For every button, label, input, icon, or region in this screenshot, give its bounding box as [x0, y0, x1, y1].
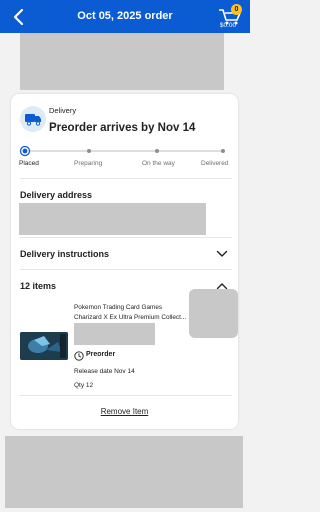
product-name[interactable]: Pokemon Trading Card Games Charizard X E… [74, 303, 194, 323]
step-label-on-the-way: On the way [142, 160, 175, 167]
step-marker-preparing [87, 149, 91, 153]
item-quantity: Qty 12 [74, 382, 94, 389]
divider [20, 237, 232, 238]
product-image[interactable] [20, 332, 68, 360]
step-marker-delivered [221, 149, 225, 153]
redacted-price [74, 323, 155, 345]
remove-item-link[interactable]: Remove Item [11, 407, 238, 416]
preorder-label: Preorder [86, 351, 116, 358]
divider [20, 395, 232, 396]
divider [20, 178, 232, 179]
delivery-instructions-title[interactable]: Delivery instructions [20, 249, 109, 259]
charizard-artwork-icon [20, 332, 68, 360]
step-label-delivered: Delivered [201, 160, 229, 167]
redacted-floating-panel [189, 289, 238, 338]
order-details-card: Delivery Preorder arrives by Nov 14 Plac… [11, 94, 238, 429]
cart-count-badge: 0 [231, 4, 242, 15]
redacted-footer-block [5, 436, 243, 508]
delivery-address-title: Delivery address [20, 190, 93, 200]
step-label-preparing: Preparing [74, 160, 103, 167]
top-app-bar: Oct 05, 2025 order 0 $0.00 [0, 0, 250, 33]
release-date: Release date Nov 14 [74, 368, 135, 375]
divider [20, 269, 232, 270]
redacted-address [19, 203, 206, 235]
delivery-progress-tracker [19, 145, 225, 157]
redacted-banner [20, 33, 224, 90]
cart-total: $0.00 [219, 22, 237, 29]
step-marker-on-the-way [155, 149, 159, 153]
product-name-line-2: Charizard X Ex Ultra Premium Collect... [74, 314, 187, 321]
step-label-placed: Placed [19, 160, 39, 167]
preorder-icon [74, 351, 84, 361]
page-title: Oct 05, 2025 order [77, 10, 173, 22]
chevron-down-icon[interactable] [216, 249, 228, 259]
items-count-title[interactable]: 12 items [20, 281, 56, 291]
product-name-line-1: Pokemon Trading Card Games [74, 304, 163, 311]
